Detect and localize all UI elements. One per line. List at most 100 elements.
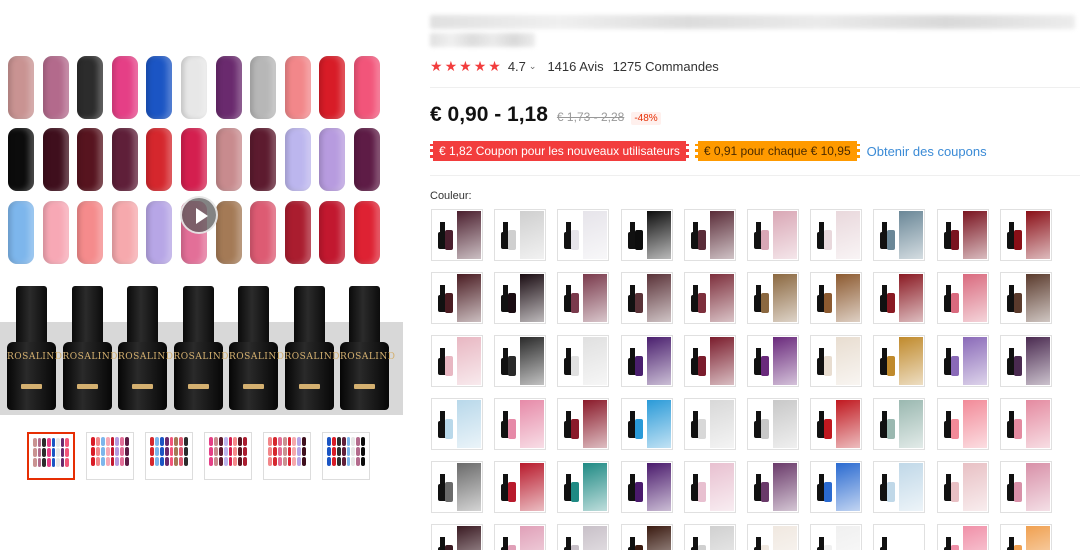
nail-swatch	[215, 56, 242, 119]
nail-swatch	[354, 56, 380, 119]
color-option[interactable]	[810, 209, 863, 261]
color-option[interactable]	[936, 461, 989, 513]
store-coupon[interactable]: € 0,91 pour chaque € 10,95	[694, 141, 860, 161]
color-option[interactable]	[431, 524, 483, 550]
color-option[interactable]	[999, 272, 1052, 324]
thumbnail-3[interactable]	[145, 432, 193, 480]
order-count: 1275 Commandes	[612, 58, 719, 74]
thumbnail-1[interactable]	[27, 432, 75, 480]
bottle-image: ROSALIND	[7, 286, 63, 410]
product-info: ★ ★ ★ ★ ★ 4.7 ⌄ 1416 Avis 1275 Commandes…	[430, 0, 1080, 550]
color-option[interactable]	[494, 461, 547, 513]
price-row: € 0,90 - 1,18 € 1,73 - 2,28 -48%	[430, 103, 661, 127]
color-option[interactable]	[620, 209, 673, 261]
color-option[interactable]	[810, 398, 863, 450]
color-option[interactable]	[683, 398, 736, 450]
new-user-coupon[interactable]: € 1,82 Coupon pour les nouveaux utilisat…	[430, 141, 689, 161]
divider	[430, 175, 1080, 176]
bottle-image: ROSALIND	[173, 286, 229, 410]
color-option[interactable]	[431, 335, 483, 387]
color-option[interactable]	[936, 209, 989, 261]
color-option[interactable]	[494, 272, 547, 324]
color-option[interactable]	[557, 272, 610, 324]
color-option[interactable]	[557, 461, 610, 513]
star-icon: ★	[430, 58, 443, 74]
color-option[interactable]	[494, 209, 547, 261]
color-option[interactable]	[557, 398, 610, 450]
color-option[interactable]	[873, 335, 926, 387]
color-option[interactable]	[431, 209, 483, 261]
thumbnail-2[interactable]	[86, 432, 134, 480]
nail-swatch	[146, 201, 173, 264]
thumbnail-5[interactable]	[263, 432, 311, 480]
color-option[interactable]	[873, 209, 926, 261]
color-option[interactable]	[494, 335, 547, 387]
color-option[interactable]	[936, 272, 989, 324]
nail-swatch	[42, 56, 69, 119]
bottle-brand: ROSALIND	[340, 352, 396, 362]
color-option[interactable]	[620, 335, 673, 387]
color-option[interactable]	[431, 461, 483, 513]
color-option[interactable]	[747, 398, 799, 450]
nail-swatch	[181, 56, 207, 119]
color-option[interactable]	[683, 272, 736, 324]
color-option[interactable]	[431, 272, 483, 324]
color-option[interactable]	[999, 461, 1052, 513]
color-option[interactable]	[683, 461, 736, 513]
color-option[interactable]	[620, 398, 673, 450]
color-option[interactable]	[620, 524, 673, 550]
color-option[interactable]	[999, 209, 1052, 261]
bottle-brand: ROSALIND	[173, 352, 229, 362]
color-option[interactable]	[683, 209, 736, 261]
nail-swatch	[284, 128, 311, 191]
color-option[interactable]	[557, 335, 610, 387]
color-option[interactable]	[810, 524, 863, 550]
rating-value[interactable]: 4.7	[508, 59, 526, 74]
color-option[interactable]	[936, 524, 989, 550]
nail-swatch	[77, 128, 104, 191]
color-option[interactable]	[747, 335, 799, 387]
color-option[interactable]	[999, 398, 1052, 450]
thumbnail-4[interactable]	[204, 432, 252, 480]
color-option[interactable]	[431, 398, 483, 450]
color-option[interactable]	[873, 524, 926, 550]
nail-swatch	[215, 128, 242, 191]
color-option[interactable]	[494, 398, 547, 450]
color-option[interactable]	[620, 461, 673, 513]
color-option[interactable]	[999, 335, 1052, 387]
color-option[interactable]	[747, 524, 799, 550]
review-count[interactable]: 1416 Avis	[547, 59, 603, 74]
color-option[interactable]	[810, 272, 863, 324]
divider	[430, 87, 1080, 88]
color-option[interactable]	[683, 335, 736, 387]
color-option[interactable]	[873, 398, 926, 450]
color-option[interactable]	[936, 335, 989, 387]
color-option[interactable]	[999, 524, 1052, 550]
nail-swatch	[354, 201, 380, 264]
color-label: Couleur:	[430, 190, 472, 202]
bottle-brand: ROSALIND	[7, 352, 63, 362]
nail-swatch	[77, 201, 104, 264]
color-option[interactable]	[747, 272, 799, 324]
color-option[interactable]	[873, 461, 926, 513]
color-option[interactable]	[810, 461, 863, 513]
color-option[interactable]	[747, 461, 799, 513]
color-option[interactable]	[494, 524, 547, 550]
star-icon: ★	[488, 58, 501, 74]
chevron-down-icon[interactable]: ⌄	[529, 61, 537, 72]
nail-swatch	[319, 128, 346, 191]
star-icon: ★	[444, 58, 458, 74]
color-option[interactable]	[873, 272, 926, 324]
get-coupons-link[interactable]: Obtenir des coupons	[867, 144, 987, 159]
nail-swatch	[77, 56, 104, 119]
color-option[interactable]	[683, 524, 736, 550]
color-option[interactable]	[936, 398, 989, 450]
thumbnail-6[interactable]	[322, 432, 370, 480]
nail-swatch	[250, 201, 277, 264]
play-video-button[interactable]	[180, 196, 218, 234]
color-option[interactable]	[557, 524, 610, 550]
color-option[interactable]	[747, 209, 799, 261]
color-option[interactable]	[810, 335, 863, 387]
color-option[interactable]	[557, 209, 610, 261]
color-option[interactable]	[620, 272, 673, 324]
